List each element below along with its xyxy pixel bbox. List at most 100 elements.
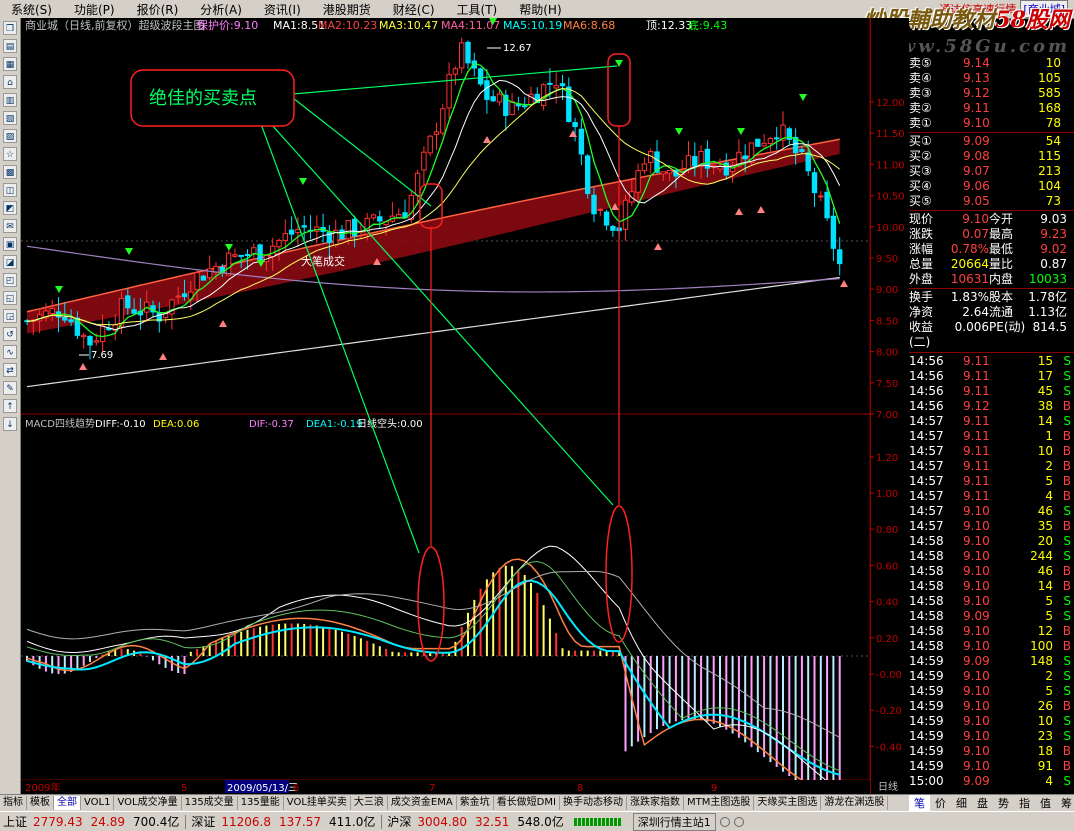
tick-list[interactable]: 14:56 9.11 15 S 14:56 9.11 17 S 14:56 9.11 45 S 14:5… — [909, 352, 1074, 789]
tick-volume: 45 — [1037, 384, 1053, 398]
toolbar-button-3-icon[interactable]: ⌂ — [3, 75, 17, 89]
toolbar-button-15-icon[interactable]: ◱ — [3, 291, 17, 305]
indicator-tab-6[interactable]: 135量能 — [238, 796, 284, 810]
right-tab-4[interactable]: 势 — [993, 795, 1014, 811]
bid-price: 9.08 — [963, 149, 990, 163]
menu-analysis[interactable]: 分析(A) — [189, 1, 253, 18]
toolbar-button-14-icon[interactable]: ◰ — [3, 273, 17, 287]
indicator-tab-10[interactable]: 紫金坑 — [457, 796, 494, 810]
toolbar-button-17-icon[interactable]: ↺ — [3, 327, 17, 341]
menu-system[interactable]: 系统(S) — [0, 1, 63, 18]
indicator-tab-8[interactable]: 大三浪 — [351, 796, 388, 810]
toolbar-button-11-icon[interactable]: ✉ — [3, 219, 17, 233]
tick-volume: 46 — [1037, 504, 1053, 518]
indicator-tab-11[interactable]: 看长做短DMI — [494, 796, 560, 810]
toolbar-button-2-icon[interactable]: ▦ — [3, 57, 17, 71]
menu-help[interactable]: 帮助(H) — [508, 1, 572, 18]
period-label: 日线 — [878, 780, 898, 793]
indicator-tab-1[interactable]: 模板 — [27, 796, 54, 810]
toolbar-button-5-icon[interactable]: ▧ — [3, 111, 17, 125]
tick-price: 9.11 — [963, 414, 990, 428]
menu-hk-futures[interactable]: 港股期货 — [312, 1, 382, 18]
candle-body — [99, 325, 106, 342]
candle-body — [522, 105, 528, 108]
toolbar-button-13-icon[interactable]: ◪ — [3, 255, 17, 269]
indicator-tab-7[interactable]: VOL挂单买卖 — [284, 796, 351, 810]
bid-label: 买② — [909, 149, 932, 163]
ask-row: 卖② 9.11 168 — [909, 101, 1074, 116]
toolbar-button-20-icon[interactable]: ✎ — [3, 381, 17, 395]
fund-value: 814.5 — [1032, 320, 1067, 334]
toolbar-button-22-icon[interactable]: ↓ — [3, 417, 17, 431]
price-tick-label: 7.50 — [876, 379, 898, 390]
toolbar-button-16-icon[interactable]: ◲ — [3, 309, 17, 323]
toolbar-button-19-icon[interactable]: ⇄ — [3, 363, 17, 377]
toolbar-button-6-icon[interactable]: ▨ — [3, 129, 17, 143]
menu-finance[interactable]: 财经(C) — [382, 1, 446, 18]
toolbar-button-9-icon[interactable]: ◫ — [3, 183, 17, 197]
tick-row: 14:57 9.11 5 B — [909, 474, 1074, 489]
toolbar-button-12-icon[interactable]: ▣ — [3, 237, 17, 251]
toolbar-button-21-icon[interactable]: ↑ — [3, 399, 17, 413]
indicator-tab-16[interactable]: 游龙在渊选股 — [821, 796, 889, 810]
candle-body — [131, 309, 137, 314]
menu-tools[interactable]: 工具(T) — [446, 1, 509, 18]
tick-time: 14:59 — [909, 654, 944, 668]
right-tab-6[interactable]: 值 — [1035, 795, 1056, 811]
toolbar-button-8-icon[interactable]: ▩ — [3, 165, 17, 179]
tick-time: 14:58 — [909, 579, 944, 593]
indicator-tab-5[interactable]: 135成交量 — [182, 796, 238, 810]
chart-header: 商业城（日线,前复权）超级波段主图 — [25, 18, 205, 32]
toolbar-button-1-icon[interactable]: ▤ — [3, 39, 17, 53]
right-tab-7[interactable]: 筹 — [1056, 795, 1074, 811]
indicator-tab-4[interactable]: VOL成交净量 — [114, 796, 182, 810]
toolbar-button-18-icon[interactable]: ∿ — [3, 345, 17, 359]
toolbar-button-7-icon[interactable]: ☆ — [3, 147, 17, 161]
tick-price: 9.10 — [963, 519, 990, 533]
toolbar-button-10-icon[interactable]: ◩ — [3, 201, 17, 215]
right-tab-2[interactable]: 细 — [951, 795, 972, 811]
menu-function[interactable]: 功能(P) — [63, 1, 126, 18]
indicator-tab-15[interactable]: 天缘买主图选 — [754, 796, 822, 810]
menu-quote[interactable]: 报价(R) — [126, 1, 190, 18]
candle-body — [610, 225, 616, 231]
bid-row: 买② 9.08 115 — [909, 149, 1074, 164]
indicator-tab-3[interactable]: VOL1 — [81, 796, 115, 810]
stock-name-box[interactable]: [商业城] — [1020, 0, 1068, 18]
indicator-tab-0[interactable]: 指标 — [0, 796, 27, 810]
tick-price: 9.11 — [963, 384, 990, 398]
candle-body — [244, 253, 251, 256]
toolbar-button-0-icon[interactable]: ❐ — [3, 21, 17, 35]
tick-volume: 20 — [1037, 534, 1053, 548]
ma6-value: MA6:8.68 — [563, 19, 615, 32]
right-tab-5[interactable]: 指 — [1014, 795, 1035, 811]
right-tab-1[interactable]: 价 — [930, 795, 951, 811]
fundamental-row: 净资 2.64 流通 1.13亿 — [909, 305, 1074, 320]
ma5-value: MA5:10.19 — [503, 19, 562, 32]
candle-body — [547, 82, 553, 85]
menu-info[interactable]: 资讯(I) — [253, 1, 312, 18]
indicator-tab-14[interactable]: MTM主图选股 — [684, 796, 755, 810]
tick-side: B — [1062, 399, 1071, 413]
x-label-sep: 9 — [711, 783, 717, 794]
tick-row: 14:59 9.10 2 S — [909, 669, 1074, 684]
quote-label: 今开 — [989, 212, 1014, 226]
bid-volume: 73 — [1045, 194, 1061, 208]
candle-body — [276, 239, 282, 248]
right-tab-3[interactable]: 盘 — [972, 795, 993, 811]
tick-price: 9.11 — [963, 444, 990, 458]
toolbar-button-4-icon[interactable]: ▥ — [3, 93, 17, 107]
server-site[interactable]: 深圳行情主站1 — [632, 812, 716, 831]
chart-area[interactable]: 商业城（日线,前复权）超级波段主图 保护价:9.10 MA1:8.51 MA2:… — [21, 18, 870, 782]
tick-row: 14:58 9.10 5 S — [909, 594, 1074, 609]
tick-volume: 15 — [1037, 354, 1053, 368]
quote-label: 最高 — [989, 227, 1014, 241]
tick-price: 9.11 — [963, 459, 990, 473]
indicator-tab-12[interactable]: 换手动态移动 — [560, 796, 627, 810]
indicator-tab-2[interactable]: 全部 — [54, 796, 81, 810]
indicator-tab-13[interactable]: 涨跌家指数 — [627, 796, 684, 810]
indicator-tab-9[interactable]: 成交资金EMA — [388, 796, 457, 810]
right-tab-0[interactable]: 笔 — [909, 795, 930, 811]
sz-amount: 411.0亿 — [329, 815, 376, 829]
quote-value: 10033 — [1028, 272, 1067, 286]
